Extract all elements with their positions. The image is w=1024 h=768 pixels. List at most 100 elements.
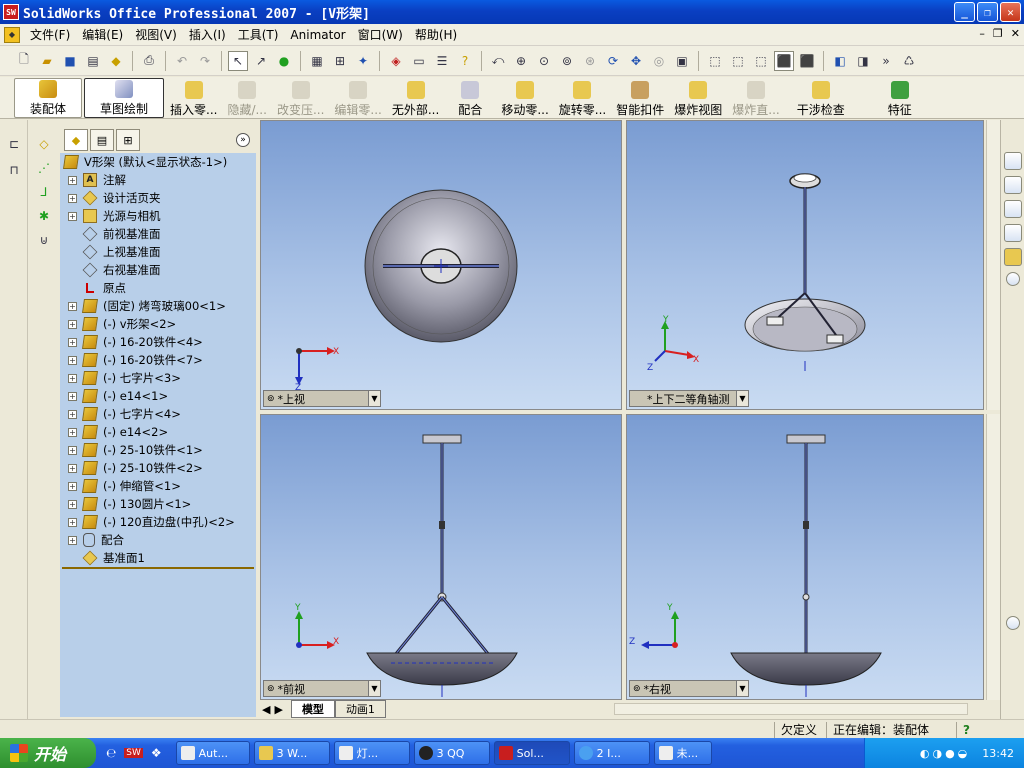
zoom-area-icon[interactable]: ⊙ [534, 51, 554, 71]
solidworks-logo-icon[interactable]: SW [3, 4, 19, 20]
grid-icon[interactable]: ▦ [307, 51, 327, 71]
expand-plus-icon[interactable]: + [68, 535, 77, 545]
sketch-line-icon[interactable]: ⊓ [4, 160, 24, 180]
line-tool-icon[interactable]: ⋰ [34, 158, 54, 178]
magnet-icon[interactable]: ⊍ [34, 230, 54, 250]
cm-insert-component[interactable]: 插入零... [166, 78, 221, 118]
print-icon[interactable]: ⎙ [139, 51, 159, 71]
tree-item[interactable]: + A 注解 [60, 171, 256, 189]
roll-icon[interactable]: ◎ [649, 51, 669, 71]
tab-animation[interactable]: 动画1 [334, 700, 386, 718]
open-icon[interactable]: ▰ [37, 51, 57, 71]
expand-plus-icon[interactable]: + [68, 211, 77, 221]
design-library-icon[interactable] [1004, 176, 1022, 194]
tree-item[interactable]: + (-) 七字片<4> [60, 405, 256, 423]
redo-icon[interactable]: ↷ [195, 51, 215, 71]
drawing-icon[interactable]: ▤ [83, 51, 103, 71]
menu-file[interactable]: 文件(F) [24, 25, 76, 45]
menu-animator[interactable]: Animator [284, 25, 351, 45]
taskbar-item-ie[interactable]: 2 I... [573, 741, 650, 765]
tree-item[interactable]: + (-) 16-20铁件<4> [60, 333, 256, 351]
tree-item[interactable]: + (-) 130圆片<1> [60, 495, 256, 513]
tree-item[interactable]: + (-) 120直边盘(中孔)<2> [60, 513, 256, 531]
expand-plus-icon[interactable]: + [68, 481, 77, 491]
smart-dimension-icon[interactable]: ◇ [34, 134, 54, 154]
new-icon[interactable]: 🗋 [14, 51, 34, 71]
select-icon[interactable]: ↖ [228, 50, 248, 71]
cm-exploded-view[interactable]: 爆炸视图 [670, 78, 726, 118]
axis-tool-icon[interactable]: ⅃ [34, 182, 54, 202]
rollback-bar[interactable] [62, 567, 254, 569]
point-tool-icon[interactable]: ✱ [34, 206, 54, 226]
menu-view[interactable]: 视图(V) [129, 25, 183, 45]
viewport-right-view[interactable]: Y Z ⊚ *右视 ▼ [626, 414, 984, 700]
tree-item[interactable]: + (-) 伸缩管<1> [60, 477, 256, 495]
tab-configuration-manager[interactable]: ⊞ [116, 129, 140, 151]
document-icon[interactable]: ◆ [4, 26, 20, 43]
status-help-icon[interactable]: ? [956, 722, 970, 738]
folder-icon[interactable] [1004, 248, 1022, 266]
options-icon[interactable]: ☰ [432, 51, 452, 71]
menu-insert[interactable]: 插入(I) [183, 25, 232, 45]
quick-launch-icon[interactable]: ❖ [151, 746, 162, 760]
taskbar-item-lamp[interactable]: 灯... [333, 741, 410, 765]
tree-item[interactable]: 右视基准面 [60, 261, 256, 279]
rotate-icon[interactable]: ⟳ [603, 51, 623, 71]
taskbar-item-solidworks[interactable]: Sol... [493, 741, 570, 765]
tab-property-manager[interactable]: ▤ [90, 129, 114, 151]
expand-plus-icon[interactable]: + [68, 301, 77, 311]
expand-plus-icon[interactable]: + [68, 355, 77, 365]
vertical-scrollbar-top[interactable] [986, 120, 1000, 410]
tree-item[interactable]: 上视基准面 [60, 243, 256, 261]
quick-launch-sw-icon[interactable]: SW [124, 748, 143, 758]
expand-plus-icon[interactable]: + [68, 499, 77, 509]
animator-icon[interactable]: ♺ [899, 51, 919, 71]
cm-mate[interactable]: 配合 [445, 78, 495, 118]
cm-move-component[interactable]: 移动零... [497, 78, 552, 118]
tab-scroll-left-icon[interactable]: ◀ [262, 703, 270, 716]
cm-explode-line[interactable]: 爆炸直... [728, 78, 783, 118]
view-palette-icon[interactable] [1004, 224, 1022, 242]
expand-plus-icon[interactable]: + [68, 517, 77, 527]
expand-plus-icon[interactable]: + [68, 445, 77, 455]
chevron-down-icon[interactable]: ▼ [368, 391, 380, 406]
tree-root[interactable]: V形架 (默认<显示状态-1>) [60, 153, 256, 171]
minimize-button[interactable]: _ [954, 2, 975, 22]
tree-item[interactable]: + (-) v形架<2> [60, 315, 256, 333]
home-icon[interactable] [1004, 152, 1022, 170]
tree-item[interactable]: + (-) e14<2> [60, 423, 256, 441]
viewport-top-view[interactable]: X Z ⊚ *上视 ▼ [260, 120, 622, 410]
chevron-down-icon[interactable]: ▼ [736, 681, 748, 696]
cm-sketch-tab[interactable]: 草图绘制 [84, 78, 164, 118]
expand-plus-icon[interactable]: + [68, 409, 77, 419]
section-view-icon[interactable]: ◧ [830, 51, 850, 71]
undo-icon[interactable]: ↶ [172, 51, 192, 71]
cm-change-suppression[interactable]: 改变压... [273, 78, 328, 118]
collapse-right-icon[interactable] [1006, 616, 1020, 630]
taskbar-item-qq[interactable]: 3 QQ [413, 741, 490, 765]
horizontal-scrollbar[interactable] [613, 703, 968, 715]
select-filter-icon[interactable]: ↗ [251, 51, 271, 71]
shaded-edges-icon[interactable]: ⬛ [774, 50, 794, 71]
display-icon[interactable]: ◨ [853, 51, 873, 71]
close-button[interactable]: ✕ [1000, 2, 1021, 22]
doc-restore-button[interactable]: ❐ [993, 27, 1003, 40]
explode-icon[interactable]: ✦ [353, 51, 373, 71]
toolbar-more-icon[interactable]: » [876, 51, 896, 71]
tab-feature-tree[interactable]: ◆ [64, 129, 88, 151]
save-icon[interactable]: ■ [60, 51, 80, 71]
view-orientation-selector[interactable]: ⊚ *前视 ▼ [263, 680, 381, 697]
expand-plus-icon[interactable]: + [68, 319, 77, 329]
menu-edit[interactable]: 编辑(E) [76, 25, 129, 45]
tab-model[interactable]: 模型 [290, 700, 335, 718]
doc-minimize-button[interactable]: – [979, 27, 985, 40]
wireframe-icon[interactable]: ⬚ [705, 51, 725, 71]
expand-plus-icon[interactable]: + [68, 373, 77, 383]
tree-item[interactable]: 基准面1 [60, 549, 256, 567]
tree-item[interactable]: + 光源与相机 [60, 207, 256, 225]
tree-item[interactable]: + 设计活页夹 [60, 189, 256, 207]
assembly-icon[interactable]: ◆ [106, 51, 126, 71]
view-orientation-selector[interactable]: ⊚ *上视 ▼ [263, 390, 381, 407]
pan-icon[interactable]: ✥ [626, 51, 646, 71]
menu-tools[interactable]: 工具(T) [232, 25, 285, 45]
